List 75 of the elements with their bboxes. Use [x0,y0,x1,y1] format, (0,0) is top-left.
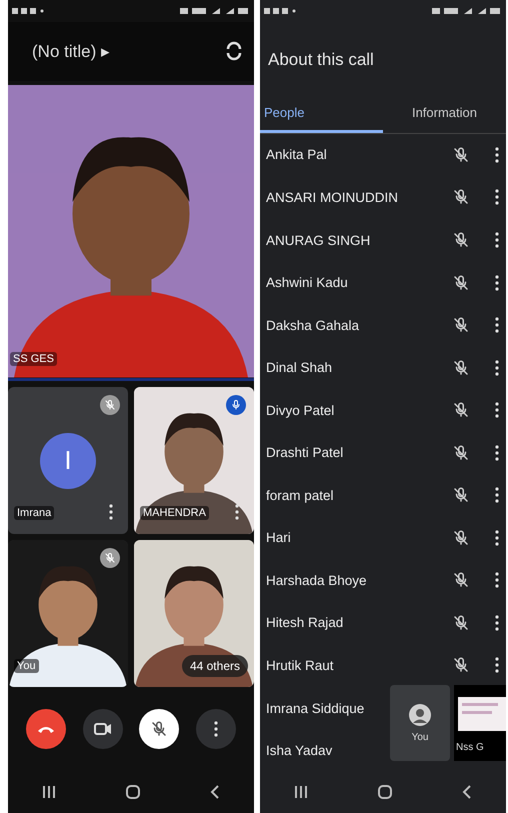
participant-name: ANSARI MOINUDDIN [266,190,398,205]
more-icon[interactable] [212,720,219,737]
more-icon[interactable] [494,487,500,504]
avatar: I [40,432,96,488]
participant-name: ANURAG SINGH [266,232,370,248]
tab[interactable]: People [260,96,383,133]
recent-apps-icon[interactable] [294,785,308,800]
participant-name: Daksha Gahala [266,318,360,333]
participant-name: Hitesh Rajad [266,615,344,630]
participant-name: Ashwini Kadu [266,275,348,290]
mic-off-icon [452,316,470,334]
more-icon[interactable] [108,504,114,520]
participant-name: Imrana Siddique [266,700,364,716]
participant-name: Hrutik Raut [266,658,334,673]
more-icon[interactable] [494,360,500,376]
home-icon[interactable] [124,784,141,800]
more-icon[interactable] [494,274,500,291]
mic-off-icon [452,528,470,547]
mic-off-icon [452,188,470,206]
participant-name: SS GES [10,352,57,366]
back-icon[interactable] [462,784,472,800]
more-icon[interactable] [494,146,500,163]
mic-off-icon [452,614,470,632]
mic-off-icon [150,720,168,738]
participant-name: Drashti Patel [266,445,344,460]
participant-name: Ankita Pal [266,147,327,162]
mic-off-icon [452,358,470,377]
page-title: About this call [267,48,375,71]
more-icon[interactable] [494,572,500,588]
more-icon[interactable] [234,504,240,520]
mic-off-icon [452,146,470,164]
camera-icon [94,722,112,736]
mic-off-icon [452,571,470,590]
mic-icon [230,398,242,410]
screen-share-tile[interactable]: Nss G [454,685,506,761]
participant-name: You [14,658,39,672]
mic-off-icon [104,552,116,564]
more-icon[interactable] [494,614,500,631]
microphone-button[interactable] [139,708,180,749]
participant-name: MAHENDRA [140,506,209,520]
signal-battery-icons [180,6,250,15]
more-icon[interactable] [494,189,500,206]
signal-battery-icons [432,6,502,15]
tab[interactable]: Information [383,96,506,133]
mic-off-icon [452,444,470,462]
mic-off-icon [452,486,470,504]
participant-name: Hari [266,530,291,546]
participant-name: Harshada Bhoye [266,572,367,588]
mic-off-icon [452,274,470,292]
mic-off-icon [452,656,470,674]
participant-name: Imrana [14,506,54,520]
participant-name: Isha Yadav [266,743,332,758]
more-icon[interactable] [494,317,500,334]
participant-name: Nss G [456,742,484,753]
participant-name: Divyo Patel [266,402,334,418]
mic-off-icon [452,231,470,249]
more-icon[interactable] [494,402,500,418]
recent-apps-icon[interactable] [42,785,56,800]
back-icon[interactable] [210,784,220,800]
camera-button[interactable] [82,708,123,749]
mic-off-icon [104,398,116,410]
participant-name: Dinal Shah [266,360,332,376]
more-icon[interactable] [494,657,500,674]
more-icon[interactable] [494,232,500,248]
more-icon[interactable] [494,530,500,546]
person-icon [409,704,431,726]
switch-camera-icon[interactable] [224,41,244,62]
meeting-title[interactable]: (No title) ▸ [32,40,110,62]
more-icon[interactable] [494,444,500,461]
mic-off-icon [452,401,470,420]
end-call-button[interactable] [26,708,66,749]
participant-name: You [412,732,428,742]
home-icon[interactable] [376,784,393,800]
self-preview-tile[interactable]: You [390,685,450,761]
participant-name: foram patel [266,488,334,503]
